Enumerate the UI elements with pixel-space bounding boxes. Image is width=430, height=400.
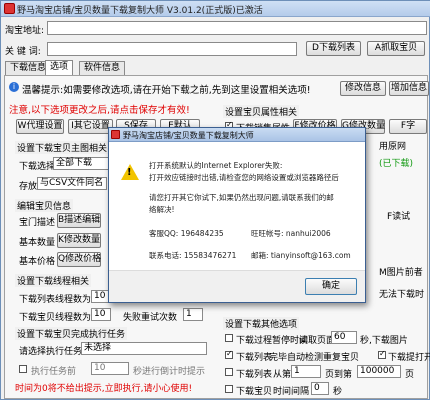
list-dl-label: 下载列表 [236, 353, 273, 363]
attr-extra-button[interactable]: F字 [389, 119, 427, 134]
task-ready-label: 执行任务前 [31, 367, 77, 377]
url-label: 淘宝地址: [5, 26, 45, 36]
dl-intro-label: 下载提打开 [388, 353, 430, 363]
tab-options[interactable]: 选项 [45, 60, 74, 75]
email-contact: 邮箱: tianyinsoft@163.com [251, 251, 351, 260]
info-icon: i [9, 82, 19, 92]
modify-price-button[interactable]: Q修改价格 [57, 252, 101, 267]
modify-info-button[interactable]: 修改信息 [340, 81, 386, 96]
desc-edit-button[interactable]: B描述编辑 [57, 213, 101, 228]
interval-input[interactable]: 60 [331, 331, 357, 344]
task-ready-checkbox[interactable] [19, 365, 27, 373]
dialog-title: 野马淘宝店铺/宝贝数量下载复制大师 [123, 131, 254, 140]
error-dialog: 野马淘宝店铺/宝贝数量下载复制大师 ! 打开系统默认的Internet Expl… [108, 127, 366, 303]
add-info-button[interactable]: 增加信息 [389, 81, 429, 96]
thread-group-title: 设置下载线程相关 [15, 274, 92, 287]
interval-time-label: 时间间隔 [273, 387, 310, 397]
download-select-dropdown[interactable]: 全部下载 [53, 157, 113, 170]
item-label: 下载宝贝 [19, 313, 56, 323]
grab-item-button[interactable]: A抓取宝贝 [367, 41, 425, 56]
dl-range-label: 下载列表 [236, 370, 273, 380]
keyword-input[interactable] [47, 42, 297, 56]
list-label: 下载列表 [19, 295, 56, 305]
page-unit: 页 [405, 370, 415, 380]
task-dropdown[interactable]: 未选择 [81, 342, 207, 355]
download-select-label: 下载选择 [19, 162, 56, 172]
storage-label: 存放 [19, 182, 38, 192]
task-ready-tail: 秒进行倒计时提示 [133, 367, 206, 377]
tab-software[interactable]: 软件信息 [79, 61, 126, 75]
item-threads-input[interactable]: 10 [91, 308, 111, 321]
page-to-label: 页到第 [325, 370, 353, 380]
dialog-title-bar: 野马淘宝店铺/宝贝数量下载复制大师 [109, 128, 365, 142]
retry-label: 失败重试次数 [123, 313, 178, 323]
other-settings-button[interactable]: I其它设置 [68, 119, 113, 134]
save-warning-text: 注意,以下选项更改之后,请点击保存才有效! [9, 105, 190, 116]
pic-prefix-label: M图片前者 [379, 268, 423, 278]
dl-item-checkbox[interactable] [225, 385, 233, 393]
retry-input[interactable]: 1 [183, 308, 203, 321]
page-to-input[interactable]: 100000 [357, 365, 401, 378]
proxy-settings-button[interactable]: W代理设置 [16, 119, 64, 134]
interval-time-input[interactable]: 0 [311, 382, 329, 395]
desc-label: 宝门描述 [19, 218, 56, 228]
modify-qty-button[interactable]: K修改数量 [57, 233, 101, 248]
dl-range-checkbox[interactable] [225, 368, 233, 376]
dialog-app-icon [111, 130, 120, 139]
dialog-line-4: 络解决! [149, 205, 175, 214]
download-list-button[interactable]: D下载列表 [306, 41, 361, 56]
downloaded-note: (已下载) [379, 159, 414, 169]
dl-intro-checkbox[interactable] [378, 349, 386, 359]
interval-unit: 秒,下载图片 [360, 336, 408, 346]
use-source-label: 用原网 [379, 142, 407, 152]
basic-price-label: 基本价格 [19, 257, 56, 267]
storage-dropdown[interactable]: 与CSV文件同名 [37, 177, 107, 190]
keyword-label: 关 键 词: [5, 47, 41, 57]
from-label: 从第 [273, 370, 292, 380]
list-dl-tail: 完毕自动检测重复宝贝 [269, 353, 360, 363]
phone-contact: 联系电话: 15583476271 [149, 251, 237, 260]
edit-info-group-title: 编辑宝贝信息 [15, 199, 74, 212]
task-red-note: 时间为0将不给出提示,立即执行,请小心使用! [15, 384, 193, 394]
dl-item-label: 下载宝贝 [236, 387, 273, 397]
dialog-line-2: 打开效应链接时出错,请检查您的网络设置或浏览器路径后 [149, 173, 339, 182]
threads-label: 线程数为 [55, 295, 92, 305]
ok-button[interactable]: 确定 [305, 278, 357, 295]
url-input[interactable] [47, 21, 427, 35]
from-input[interactable]: 1 [291, 365, 321, 378]
app-icon [4, 3, 15, 14]
basic-qty-label: 基本数量 [19, 238, 56, 248]
wangwang-contact: 旺旺帐号: nanhui2006 [251, 229, 331, 238]
list-dl-checkbox[interactable] [225, 349, 233, 359]
dialog-line-3: 请您打开其它你试下,如果仍然出现问题,请联系我们的邮 [149, 193, 334, 202]
task-ready-input[interactable]: 10 [91, 362, 129, 375]
window-title: 野马淘宝店铺/宝贝数量下载复制大师 V3.01.2(正式版)已激活 [17, 6, 263, 16]
dialog-body: ! 打开系统默认的Internet Explorer失败: 打开效应链接时出错,… [109, 142, 365, 302]
interval-label: 下载过程暂停时间 [236, 336, 309, 346]
warning-exclaim-icon: ! [127, 167, 132, 178]
interval-read-label: 读取页面 [299, 336, 336, 346]
dialog-line-1: 打开系统默认的Internet Explorer失败: [149, 161, 283, 170]
title-bar: 野马淘宝店铺/宝贝数量下载复制大师 V3.01.2(正式版)已激活 [1, 1, 430, 17]
main-pic-group-title: 设置下载宝贝主图相关 [15, 141, 110, 154]
qq-contact: 客服QQ: 196484235 [149, 229, 224, 238]
task-label: 请选择执行任务 [19, 347, 83, 357]
threads-label-2: 线程数为 [55, 313, 92, 323]
finish-group-title: 设置下载宝贝完成执行任务 [15, 327, 128, 340]
other-group-title: 设置下载其他选项 [223, 317, 300, 330]
no-limit-label: 无法下载时 [379, 290, 425, 300]
sec-label: 秒 [333, 387, 343, 397]
warm-tip-text: 温馨提示:如需要修改选项,请在开始下载之前,先到这里设置相关选项! [22, 85, 311, 96]
query-label: F读试 [387, 212, 411, 222]
interval-checkbox[interactable] [225, 334, 233, 342]
attr-group-title: 设置宝贝属性相关 [223, 105, 300, 118]
